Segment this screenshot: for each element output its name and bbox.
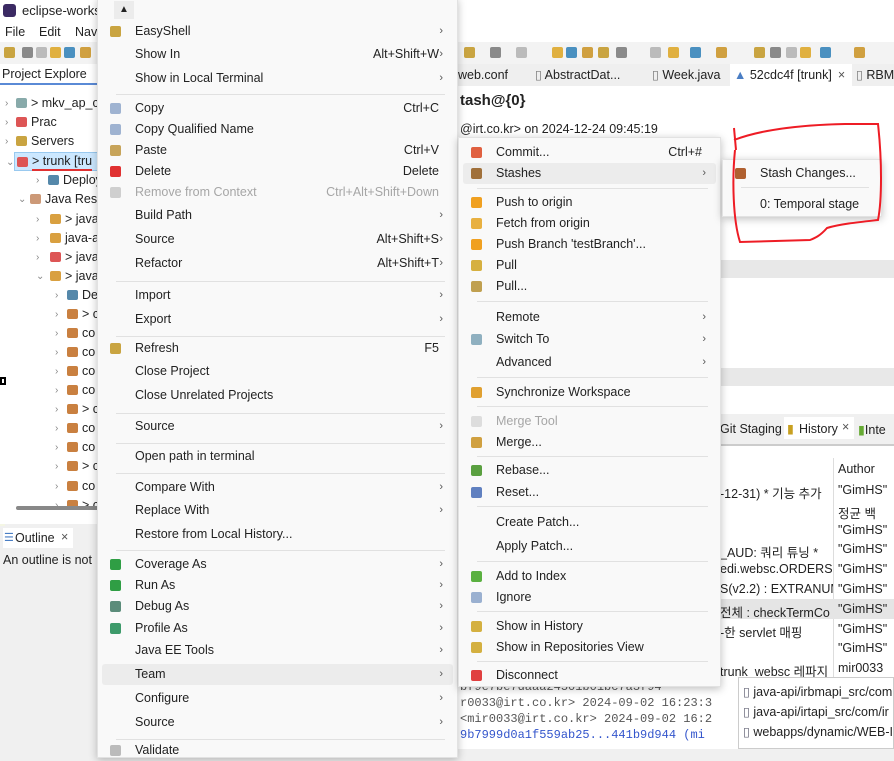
annotation-outline	[732, 123, 882, 244]
red-annotation	[732, 123, 882, 244]
